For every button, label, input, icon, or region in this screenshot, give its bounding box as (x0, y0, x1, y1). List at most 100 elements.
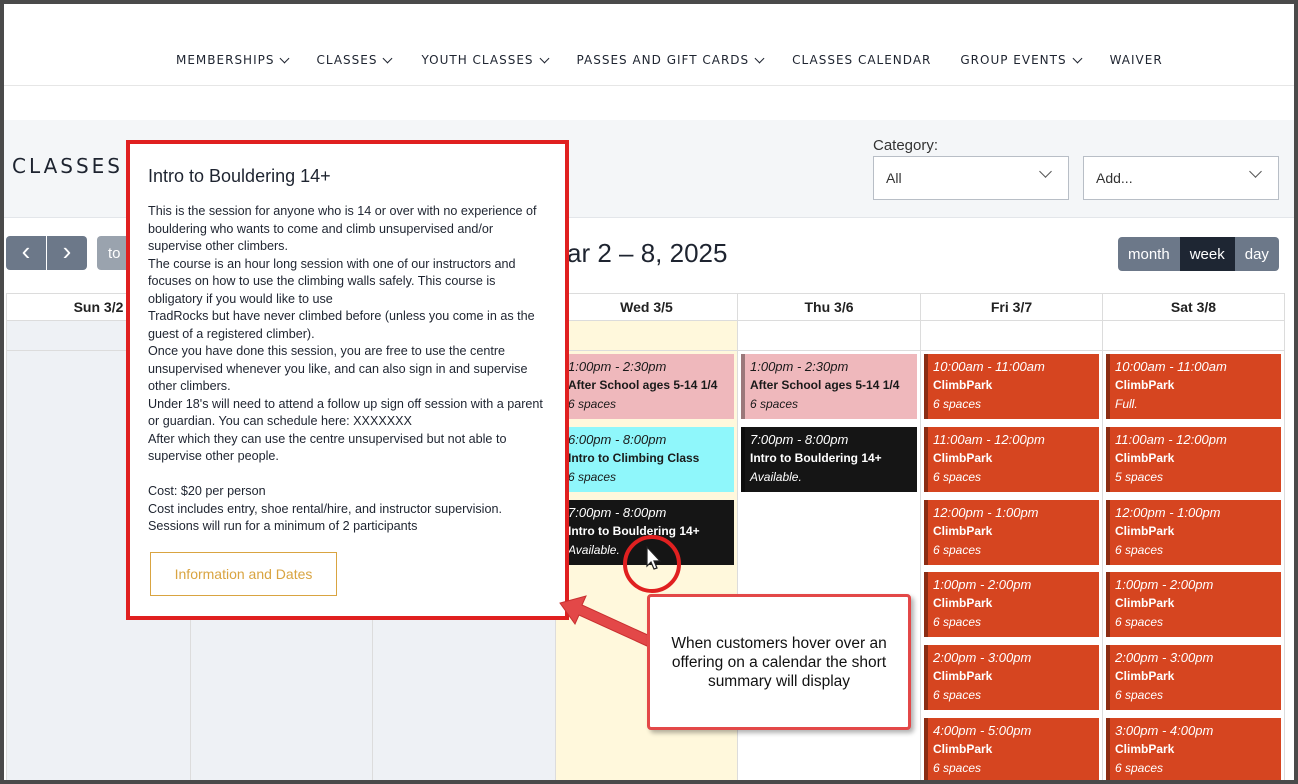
all-day-row (556, 321, 737, 351)
event-name: After School ages 5-14 1/4 (750, 378, 900, 392)
calendar-event[interactable]: 6:00pm - 8:00pm Intro to Climbing Class 6 … (559, 427, 734, 492)
popup-paragraph: This is the session for anyone who is 14… (148, 204, 537, 253)
event-name: ClimbPark (933, 524, 993, 538)
date-range-title: ar 2 – 8, 2025 (567, 238, 728, 268)
calendar-event[interactable]: 10:00am - 11:00am ClimbPark 6 spaces (924, 354, 1099, 419)
nav-item-memberships[interactable]: MEMBERSHIPS (176, 53, 290, 67)
day-header: Fri 3/7 (921, 293, 1102, 321)
event-status: 6 spaces (1115, 615, 1164, 629)
annotation-callout: When customers hover over an offering on… (647, 594, 911, 730)
event-status: Full. (1115, 397, 1138, 411)
event-status: 6 spaces (750, 397, 799, 411)
event-name: ClimbPark (1115, 596, 1175, 610)
nav-item-youth-classes[interactable]: YOUTH CLASSES (421, 53, 549, 67)
nav-item-passes-and-gift-cards[interactable]: PASSES AND GIFT CARDS (576, 53, 765, 67)
event-status: 6 spaces (933, 470, 982, 484)
calendar-event[interactable]: 7:00pm - 8:00pm Intro to Bouldering 14+ Av… (741, 427, 917, 492)
all-day-row (738, 321, 920, 351)
calendar-event[interactable]: 1:00pm - 2:30pm After School ages 5-14 1/… (741, 354, 917, 419)
today-button-label: to (108, 244, 121, 262)
event-time: 7:00pm - 8:00pm (568, 505, 667, 520)
chevron-right-icon: › (62, 235, 72, 266)
view-switcher: month week day (1118, 237, 1279, 271)
calendar-event[interactable]: 12:00pm - 1:00pm ClimbPark 6 spaces (1106, 500, 1281, 565)
popup-description: This is the session for anyone who is 14… (148, 203, 547, 536)
add-calendar-select[interactable]: Add... (1083, 156, 1279, 200)
popup-paragraph: Sessions will run for a minimum of 2 par… (148, 519, 418, 533)
event-time: 1:00pm - 2:00pm (933, 577, 1032, 592)
event-time: 10:00am - 11:00am (933, 359, 1045, 374)
event-name: ClimbPark (933, 742, 993, 756)
calendar-event[interactable]: 10:00am - 11:00am ClimbPark Full. (1106, 354, 1281, 419)
nav-item-label: GROUP EVENTS (960, 53, 1067, 67)
prev-week-button[interactable]: ‹ (6, 236, 46, 270)
nav-item-classes-calendar[interactable]: CLASSES CALENDAR (792, 53, 931, 67)
event-name: ClimbPark (933, 596, 993, 610)
calendar-event[interactable]: 11:00am - 12:00pm ClimbPark 5 spaces (1106, 427, 1281, 492)
nav-item-waiver[interactable]: WAIVER (1110, 53, 1163, 67)
browser-frame: MEMBERSHIPS CLASSES YOUTH CLASSES PASSES AN… (0, 0, 1298, 784)
popup-paragraph: The course is an hour long session with … (148, 256, 516, 306)
view-week-button[interactable]: week (1179, 237, 1235, 271)
nav-item-label: YOUTH CLASSES (421, 53, 534, 67)
chevron-down-icon (1039, 165, 1052, 178)
event-summary-popup: Intro to Bouldering 14+ This is the sess… (126, 140, 569, 620)
event-status: 6 spaces (933, 761, 982, 775)
event-status: 6 spaces (933, 397, 982, 411)
chevron-down-icon (383, 53, 393, 63)
nav-item-label: CLASSES (316, 53, 378, 67)
event-time: 10:00am - 11:00am (1115, 359, 1227, 374)
event-status: 5 spaces (1115, 470, 1164, 484)
event-status: 6 spaces (568, 470, 617, 484)
calendar-event[interactable]: 1:00pm - 2:00pm ClimbPark 6 spaces (924, 572, 1099, 637)
chevron-down-icon (754, 53, 765, 63)
next-week-button[interactable]: › (47, 236, 87, 270)
day-body: 10:00am - 11:00am ClimbPark Full. 11:00am -… (1103, 321, 1284, 780)
popup-paragraph: Cost: $20 per person (148, 484, 266, 498)
event-name: ClimbPark (1115, 378, 1175, 392)
event-name: ClimbPark (1115, 524, 1175, 538)
event-time: 12:00pm - 1:00pm (1115, 505, 1221, 520)
event-time: 11:00am - 12:00pm (1115, 432, 1227, 447)
calendar-event[interactable]: 7:00pm - 8:00pm Intro to Bouldering 14+ Av… (559, 500, 734, 565)
calendar-event[interactable]: 2:00pm - 3:00pm ClimbPark 6 spaces (1106, 645, 1281, 710)
category-select-value: All (886, 170, 902, 186)
calendar-event[interactable]: 1:00pm - 2:00pm ClimbPark 6 spaces (1106, 572, 1281, 637)
event-time: 7:00pm - 8:00pm (750, 432, 849, 447)
callout-text: When customers hover over an offering on… (671, 634, 887, 690)
category-label: Category: (873, 137, 939, 154)
view-month-button[interactable]: month (1118, 237, 1180, 271)
nav-item-label: PASSES AND GIFT CARDS (576, 53, 750, 67)
event-time: 6:00pm - 8:00pm (568, 432, 667, 447)
day-header: Sat 3/8 (1103, 293, 1284, 321)
category-select[interactable]: All (873, 156, 1069, 200)
day-column: Sat 3/8 10:00am - 11:00am ClimbPark Full. 11… (1102, 293, 1285, 780)
calendar-event[interactable]: 4:00pm - 5:00pm ClimbPark 6 spaces (924, 718, 1099, 780)
event-status: Available. (750, 470, 802, 484)
day-header: Wed 3/5 (556, 293, 737, 321)
event-name: ClimbPark (933, 378, 993, 392)
chevron-down-icon (1072, 53, 1083, 63)
calendar-event[interactable]: 12:00pm - 1:00pm ClimbPark 6 spaces (924, 500, 1099, 565)
nav-item-label: WAIVER (1109, 53, 1163, 67)
event-status: 6 spaces (933, 543, 982, 557)
event-time: 4:00pm - 5:00pm (933, 723, 1032, 738)
chevron-down-icon (280, 53, 290, 63)
event-status: 6 spaces (1115, 543, 1164, 557)
nav-item-classes[interactable]: CLASSES (316, 53, 393, 67)
popup-paragraph: Cost includes entry, shoe rental/hire, a… (148, 501, 502, 516)
all-day-row (1103, 321, 1284, 351)
calendar-event[interactable]: 2:00pm - 3:00pm ClimbPark 6 spaces (924, 645, 1099, 710)
calendar-event[interactable]: 1:00pm - 2:30pm After School ages 5-14 1/… (559, 354, 734, 419)
nav-menu: MEMBERSHIPS CLASSES YOUTH CLASSES PASSES AN… (176, 53, 1163, 67)
information-and-dates-button[interactable]: Information and Dates (150, 552, 337, 596)
event-time: 11:00am - 12:00pm (933, 432, 1045, 447)
event-time: 2:00pm - 3:00pm (933, 650, 1032, 665)
add-select-value: Add... (1096, 170, 1133, 186)
view-day-button[interactable]: day (1234, 237, 1279, 271)
nav-item-label: CLASSES CALENDAR (792, 53, 932, 67)
event-time: 1:00pm - 2:30pm (750, 359, 849, 374)
calendar-event[interactable]: 11:00am - 12:00pm ClimbPark 6 spaces (924, 427, 1099, 492)
nav-item-group-events[interactable]: GROUP EVENTS (960, 53, 1083, 67)
calendar-event[interactable]: 3:00pm - 4:00pm ClimbPark 6 spaces (1106, 718, 1281, 780)
